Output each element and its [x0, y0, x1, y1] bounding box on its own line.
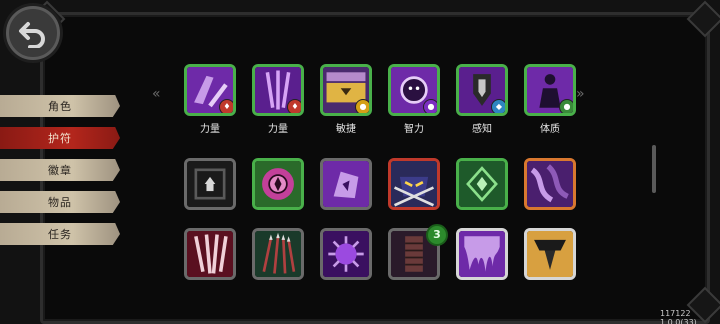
dark-chest-icon[interactable]: [184, 158, 236, 210]
tab-label: 角色: [48, 100, 72, 113]
stat-label: 感知: [472, 124, 492, 135]
arcane-element-icon: ●: [423, 99, 437, 113]
stat-label: 体质: [540, 124, 560, 135]
tab-label: 物品: [48, 196, 72, 209]
page-left-arrow[interactable]: «: [152, 86, 160, 102]
dripping-slime-icon[interactable]: [456, 228, 508, 280]
stat-label: 力量: [200, 124, 220, 135]
spiky-orb-icon[interactable]: [320, 228, 372, 280]
stat-label: 敏捷: [336, 124, 356, 135]
page-right-arrow[interactable]: »: [576, 86, 584, 102]
stat-label: 智力: [404, 124, 424, 135]
purple-rune-icon[interactable]: [320, 158, 372, 210]
fire-element-icon: ♦: [219, 99, 233, 113]
tab-character[interactable]: 角色: [0, 95, 120, 117]
tab-label: 任务: [48, 228, 72, 241]
spear-bundle-icon[interactable]: [252, 228, 304, 280]
perception-crystal-icon[interactable]: ◆: [456, 64, 508, 116]
fire-element-icon: ♦: [287, 99, 301, 113]
talisman-row: [184, 158, 576, 214]
tab-badge[interactable]: 徽章: [0, 159, 120, 181]
inventory-screen: 角色 护符 徽章 物品 任务 « » ♦ 力量 ♦ 力量 ● 敏捷 ● 智力 ◆…: [0, 0, 720, 324]
masked-face-icon[interactable]: [388, 158, 440, 210]
side-tab-list: 角色 护符 徽章 物品 任务: [0, 95, 120, 255]
stats-row: ♦ 力量 ♦ 力量 ● 敏捷 ● 智力 ◆ 感知 ● 体质: [184, 64, 576, 135]
dexterity-chest-icon[interactable]: ●: [320, 64, 372, 116]
tab-quests[interactable]: 任务: [0, 223, 120, 245]
light-element-icon: ●: [355, 99, 369, 113]
back-arrow-icon: [19, 22, 45, 48]
back-button[interactable]: [6, 6, 60, 60]
water-element-icon: ◆: [491, 99, 505, 113]
version-text: 117122 1.0.0(33): [660, 309, 697, 324]
purple-wave-icon[interactable]: [524, 158, 576, 210]
strength-claw-icon[interactable]: ♦: [184, 64, 236, 116]
green-diamond-icon[interactable]: [456, 158, 508, 210]
scrollbar[interactable]: [652, 145, 656, 193]
talisman-row: 3: [184, 224, 576, 284]
strength-bolt-icon[interactable]: ♦: [252, 64, 304, 116]
constitution-figure-icon[interactable]: ●: [524, 64, 576, 116]
tab-label: 徽章: [48, 164, 72, 177]
tab-talisman[interactable]: 护符: [0, 127, 120, 149]
count-badge: 3: [426, 224, 448, 246]
pink-sigil-icon[interactable]: [252, 158, 304, 210]
intellect-orb-icon[interactable]: ●: [388, 64, 440, 116]
stat-label: 力量: [268, 124, 288, 135]
claw-marks-icon[interactable]: [184, 228, 236, 280]
dark-chandelier-icon[interactable]: [524, 228, 576, 280]
tab-label: 护符: [48, 132, 72, 145]
tab-items[interactable]: 物品: [0, 191, 120, 213]
nature-element-icon: ●: [559, 99, 573, 113]
